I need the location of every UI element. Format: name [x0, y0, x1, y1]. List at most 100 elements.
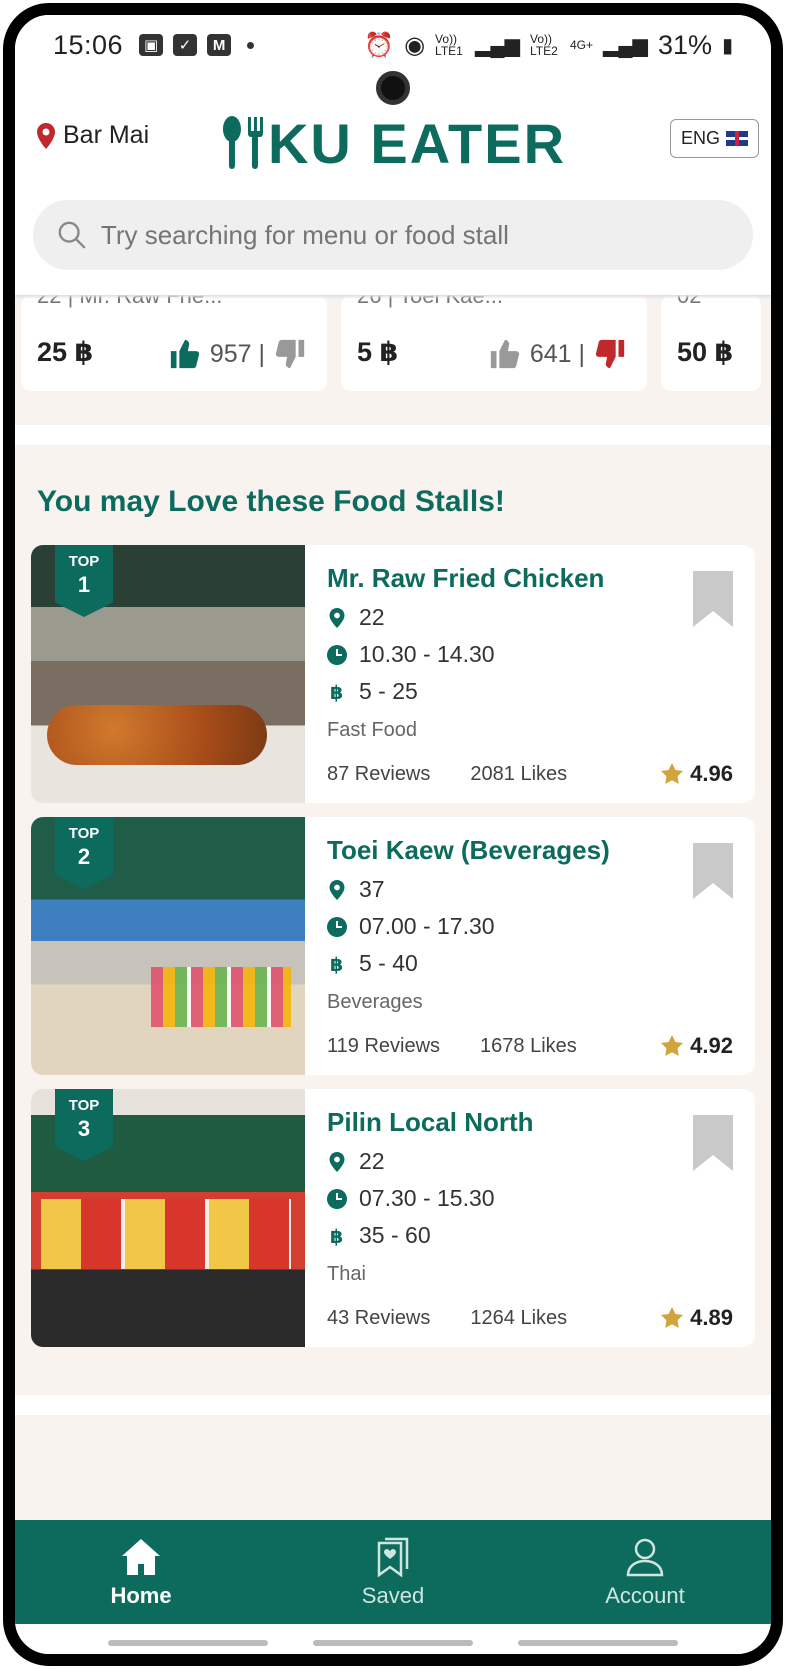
bottom-navigation: Home Saved Account	[15, 1520, 771, 1624]
stall-hours-value: 07.00 - 17.30	[359, 913, 495, 939]
location-selector[interactable]: Bar Mai	[37, 121, 149, 150]
stall-price-value: 35 - 60	[359, 1222, 431, 1248]
menu-card-like-count: 957 |	[209, 339, 265, 368]
stall-photo: TOP 1	[31, 545, 305, 803]
nav-home-label: Home	[110, 1583, 172, 1608]
stall-info: Pilin Local North 22 07.30 - 15.30 ฿ 35 …	[305, 1089, 755, 1347]
location-label: Bar Mai	[63, 121, 150, 149]
bookmark-icon[interactable]	[693, 571, 733, 627]
stall-name[interactable]: Mr. Raw Fried Chicken	[327, 563, 733, 594]
stall-name[interactable]: Toei Kaew (Beverages)	[327, 835, 733, 866]
stall-location: 22	[327, 604, 733, 631]
baht-icon: ฿	[330, 682, 343, 702]
top-menu-carousel[interactable]: 22 | Mr. Raw Frie... 25 ฿ 957 | 26 | Toe…	[21, 295, 761, 391]
baht-icon: ฿	[330, 954, 343, 974]
bookmark-icon[interactable]	[693, 843, 733, 899]
stall-info: Toei Kaew (Beverages) 37 07.00 - 17.30 ฿…	[305, 817, 755, 1075]
bookmark-icon[interactable]	[693, 1115, 733, 1171]
stall-location-value: 37	[359, 876, 385, 902]
stall-rating-value: 4.89	[690, 1305, 733, 1330]
dislike-icon[interactable]	[273, 337, 307, 371]
badge-label: TOP	[68, 1097, 100, 1114]
uk-flag-icon	[726, 131, 748, 146]
stall-photo: TOP 3	[31, 1089, 305, 1347]
stall-card[interactable]: TOP 1 Mr. Raw Fried Chicken 22 10.30 - 1…	[31, 545, 755, 803]
top-rank-badge: TOP 3	[55, 1089, 113, 1161]
like-icon[interactable]	[168, 337, 202, 371]
gesture-handle[interactable]	[312, 1640, 473, 1646]
gesture-handle[interactable]	[518, 1640, 679, 1646]
stall-rating: 4.96	[660, 761, 733, 787]
stall-rating-value: 4.92	[690, 1033, 733, 1058]
signal-2-icon: ▂▄▆	[603, 34, 648, 57]
check-notification-icon: ✓	[173, 34, 198, 56]
beverage-shelf-image	[151, 967, 291, 1027]
menu-card-like-count: 641 |	[529, 339, 585, 368]
star-icon	[661, 763, 684, 784]
search-bar[interactable]	[33, 200, 753, 270]
stall-card[interactable]: TOP 3 Pilin Local North 22 07.30 - 15.30	[31, 1089, 755, 1347]
front-camera	[376, 71, 410, 105]
notification-icons: ▣ ✓ M	[139, 34, 255, 56]
stall-location: 22	[327, 1148, 733, 1175]
menu-card-votes: 957 |	[168, 337, 307, 371]
stall-rating-value: 4.96	[690, 761, 733, 786]
stall-reviews: 43 Reviews	[327, 1306, 431, 1329]
menu-card-votes: 641 |	[488, 337, 627, 371]
hotspot-icon: ◉	[404, 31, 426, 59]
search-icon	[58, 221, 86, 249]
section-divider	[15, 425, 771, 445]
signal-1-icon: ▂▄▆	[475, 34, 520, 57]
gesture-handle[interactable]	[107, 1640, 268, 1646]
top-rank-badge: TOP 1	[55, 545, 113, 617]
stall-likes: 1678 Likes	[480, 1034, 577, 1057]
stall-reviews: 87 Reviews	[327, 762, 431, 785]
home-icon	[122, 1539, 160, 1575]
alarm-icon: ⏰	[364, 31, 395, 59]
stall-price: ฿ 5 - 25	[327, 678, 733, 705]
stall-hours: 10.30 - 14.30	[327, 641, 733, 668]
stall-rating: 4.89	[660, 1305, 733, 1331]
top-rank-badge: TOP 2	[55, 817, 113, 889]
recommended-stalls-section: You may Love these Food Stalls! TOP 1 Mr…	[15, 445, 771, 1395]
stall-photo: TOP 2	[31, 817, 305, 1075]
dislike-icon[interactable]	[593, 337, 627, 371]
stall-card[interactable]: TOP 2 Toei Kaew (Beverages) 37 07.00 - 1…	[31, 817, 755, 1075]
menu-card-price: 5 ฿	[357, 337, 399, 367]
stall-likes: 1264 Likes	[470, 1306, 568, 1329]
network-1-label: Vo)) LTE1	[435, 32, 463, 58]
menu-card[interactable]: 22 | Mr. Raw Frie... 25 ฿ 957 |	[21, 295, 327, 391]
fried-chicken-image	[47, 705, 267, 765]
menu-card[interactable]: 26 | Toei Kae... 5 ฿ 641 |	[341, 295, 647, 391]
scroll-content[interactable]: 22 | Mr. Raw Frie... 25 ฿ 957 | 26 | Toe…	[15, 295, 771, 1524]
nav-saved-label: Saved	[361, 1583, 425, 1608]
stall-category: Thai	[327, 1263, 366, 1285]
stall-location-value: 22	[359, 1148, 385, 1174]
saved-icon	[377, 1537, 409, 1578]
status-bar: 15:06 ▣ ✓ M ⏰ ◉ Vo)) LTE1 ▂▄▆ Vo)) LTE2 …	[15, 15, 771, 75]
location-pin-icon	[329, 879, 345, 900]
clock-icon	[327, 916, 347, 937]
app-header: Bar Mai KU EATER ENG	[15, 105, 771, 200]
nav-saved[interactable]: Saved	[267, 1520, 519, 1624]
like-icon[interactable]	[488, 337, 522, 371]
badge-rank: 3	[77, 1116, 91, 1141]
badge-rank: 2	[77, 844, 91, 869]
stall-rating: 4.92	[660, 1033, 733, 1059]
nav-account[interactable]: Account	[519, 1520, 771, 1624]
stall-hours: 07.00 - 17.30	[327, 913, 733, 940]
clock-icon	[327, 1188, 347, 1209]
stall-name[interactable]: Pilin Local North	[327, 1107, 733, 1138]
network-2-label: Vo)) LTE2	[529, 32, 558, 58]
stall-category: Fast Food	[327, 719, 418, 741]
app-logo: KU EATER	[220, 111, 566, 176]
language-button[interactable]: ENG	[669, 119, 759, 158]
badge-label: TOP	[68, 553, 100, 570]
nav-home[interactable]: Home	[15, 1520, 267, 1624]
location-pin-icon	[329, 1151, 345, 1172]
header-shadow	[15, 295, 771, 299]
stall-location-value: 22	[359, 604, 385, 630]
search-input[interactable]	[100, 219, 729, 251]
logo-text: KU EATER	[267, 112, 567, 175]
menu-card[interactable]: 02 50 ฿	[661, 295, 761, 391]
